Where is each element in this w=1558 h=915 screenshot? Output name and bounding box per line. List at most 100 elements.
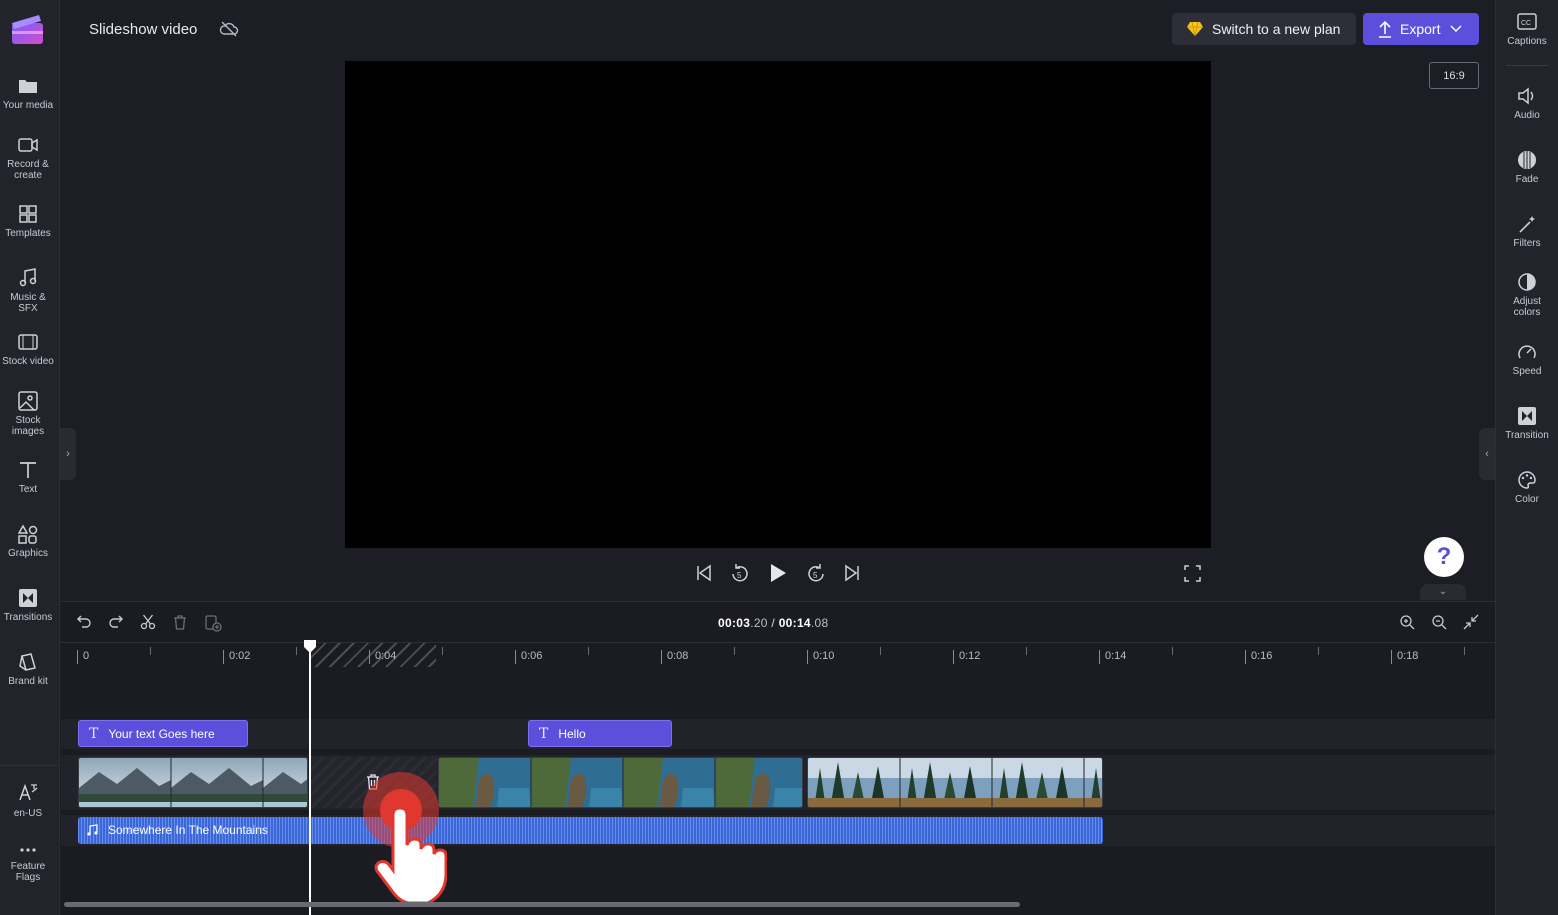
chevron-down-icon — [1450, 25, 1462, 33]
nav-record-create[interactable]: Record & create — [0, 135, 56, 181]
app-logo-icon[interactable] — [11, 13, 44, 45]
fullscreen-icon[interactable] — [1184, 565, 1201, 582]
nav-your-media[interactable]: Your media — [0, 76, 56, 111]
total-time-ms: .08 — [810, 616, 829, 630]
upload-icon — [1379, 20, 1391, 38]
ruler-label: 0:16 — [1245, 650, 1272, 664]
video-clip-coastal-rocks[interactable] — [438, 757, 803, 808]
expand-right-panel-button[interactable]: ‹ — [1479, 428, 1495, 480]
time-ruler[interactable]: 0 0:02 0:04 0:06 0:08 0:10 0:12 0:14 0:1… — [61, 642, 1495, 668]
more-icon — [20, 848, 36, 852]
total-time: 00:14 — [778, 616, 811, 630]
music-note-icon — [87, 824, 98, 836]
text-clip[interactable]: T Hello — [528, 720, 672, 747]
prop-label: Captions — [1507, 36, 1547, 47]
ruler-label: 0:10 — [807, 650, 834, 664]
current-time-ms: .20 — [750, 616, 768, 630]
prop-label: Transition — [1505, 430, 1549, 441]
audio-clip-label-group: Somewhere In The Mountains — [86, 823, 268, 837]
forward-5-icon[interactable]: 5 — [805, 563, 827, 585]
ruler-tick — [296, 647, 297, 655]
playhead-handle[interactable] — [303, 640, 317, 654]
nav-label: Templates — [5, 228, 51, 239]
nav-label: Brand kit — [8, 676, 48, 687]
ruler-label: 0:12 — [953, 650, 980, 664]
redo-icon[interactable] — [108, 614, 124, 630]
export-button[interactable]: Export — [1363, 13, 1479, 45]
play-icon[interactable] — [768, 563, 788, 583]
diamond-icon — [1187, 21, 1203, 37]
nav-label: Stock images — [11, 415, 45, 437]
left-sidebar: Your media Record & create Templates Mus… — [0, 0, 60, 915]
skip-forward-icon[interactable] — [842, 563, 862, 583]
skip-back-icon[interactable] — [694, 563, 714, 583]
nav-music-sfx[interactable]: Music & SFX — [0, 268, 56, 314]
video-clip-pine-forest[interactable] — [807, 757, 1103, 808]
ruler-tick — [1464, 647, 1465, 655]
nav-stock-video[interactable]: Stock video — [0, 332, 56, 367]
rewind-5-icon[interactable]: 5 — [729, 563, 751, 585]
prop-filters[interactable]: Filters — [1499, 214, 1555, 249]
prop-transition[interactable]: Transition — [1499, 406, 1555, 441]
shapes-icon — [17, 524, 38, 544]
text-clip-label: Hello — [558, 726, 586, 741]
trash-icon[interactable] — [172, 614, 188, 630]
image-icon — [18, 391, 38, 411]
prop-fade[interactable]: Fade — [1499, 150, 1555, 185]
collapse-help-button[interactable]: ⌄ — [1420, 584, 1466, 600]
nav-graphics[interactable]: Graphics — [0, 524, 56, 559]
aspect-ratio-button[interactable]: 16:9 — [1429, 62, 1479, 89]
prop-adjust-colors[interactable]: Adjust colors — [1499, 272, 1555, 318]
text-clip-label: Your text Goes here — [108, 726, 215, 741]
ruler-tick — [150, 647, 151, 655]
zoom-in-icon[interactable] — [1399, 614, 1415, 630]
prop-audio[interactable]: Audio — [1499, 86, 1555, 121]
audio-clip[interactable]: Somewhere In The Mountains — [78, 817, 1103, 844]
prop-speed[interactable]: Speed — [1499, 342, 1555, 377]
nav-language[interactable]: en-US — [0, 782, 56, 819]
scissors-icon[interactable] — [140, 614, 156, 630]
text-clip[interactable]: T Your text Goes here — [78, 720, 248, 747]
fit-timeline-icon[interactable] — [1463, 614, 1479, 630]
chevron-down-icon: ⌄ — [1438, 586, 1448, 597]
ruler-tick — [1318, 647, 1319, 655]
magic-wand-icon — [1519, 216, 1535, 233]
undo-icon[interactable] — [76, 614, 92, 630]
switch-plan-button[interactable]: Switch to a new plan — [1172, 13, 1356, 45]
nav-stock-images[interactable]: Stock images — [0, 391, 56, 437]
music-icon — [19, 268, 37, 287]
ruler-label: 0 — [77, 650, 89, 664]
expand-left-panel-button[interactable]: › — [60, 428, 76, 480]
prop-captions[interactable]: CC Captions — [1499, 12, 1555, 47]
nav-feature-flags[interactable]: Feature Flags — [0, 843, 56, 883]
folder-icon — [19, 80, 37, 93]
camera-icon — [18, 138, 38, 152]
prop-color[interactable]: Color — [1499, 470, 1555, 505]
video-clip-snowy-mountains[interactable] — [78, 757, 308, 808]
nav-label: Music & SFX — [10, 292, 46, 314]
switch-plan-label: Switch to a new plan — [1212, 21, 1341, 37]
nav-label: Stock video — [2, 356, 54, 367]
zoom-out-icon[interactable] — [1431, 614, 1447, 630]
help-button[interactable]: ? — [1424, 537, 1464, 577]
ruler-label: 0:04 — [369, 650, 396, 664]
prop-label: Fade — [1515, 174, 1539, 185]
nav-transitions[interactable]: Transitions — [0, 588, 56, 623]
video-preview — [345, 61, 1211, 548]
add-to-timeline-icon[interactable] — [204, 614, 222, 632]
clip-thumbnail — [439, 758, 802, 807]
prop-label: Color — [1515, 494, 1539, 505]
nav-label: Feature Flags — [10, 861, 46, 883]
chevron-left-icon: ‹ — [1485, 448, 1489, 460]
project-title[interactable]: Slideshow video — [89, 21, 197, 38]
nav-label: Your media — [2, 100, 54, 111]
text-track — [61, 719, 1495, 749]
nav-brand-kit[interactable]: Brand kit — [0, 652, 56, 687]
nav-templates[interactable]: Templates — [0, 204, 56, 239]
nav-text[interactable]: Text — [0, 460, 56, 495]
timeline-scrollbar[interactable] — [64, 902, 1020, 907]
ruler-tick — [734, 647, 735, 655]
clipchamp-editor: Your media Record & create Templates Mus… — [0, 0, 1558, 915]
playhead[interactable] — [309, 640, 311, 915]
nav-label: Transitions — [3, 612, 53, 623]
